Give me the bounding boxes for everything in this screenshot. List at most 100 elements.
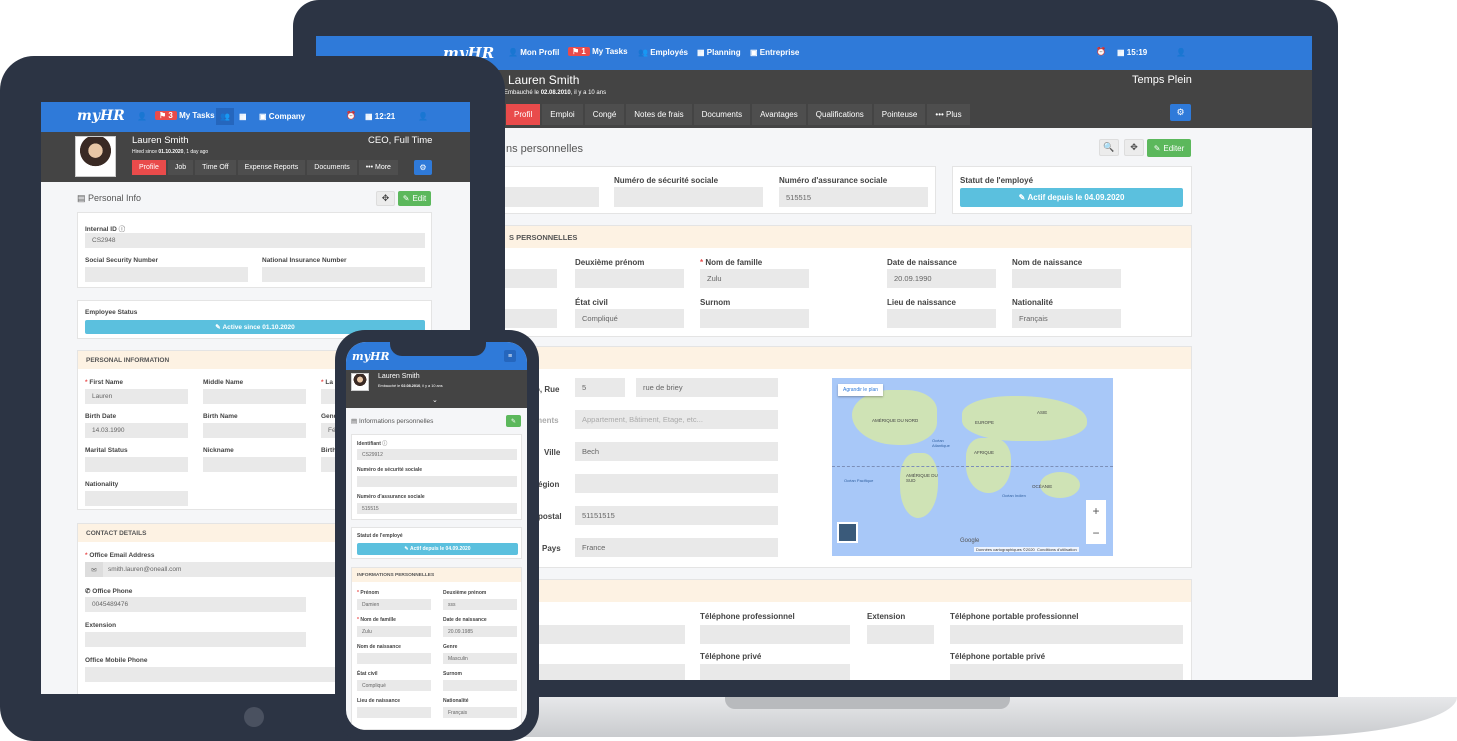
- internal-id-input[interactable]: [501, 187, 599, 207]
- extension-input[interactable]: [867, 625, 934, 644]
- map-satellite-toggle[interactable]: [837, 522, 858, 543]
- map-zoom-in-button[interactable]: +: [1086, 500, 1106, 522]
- private-phone-input[interactable]: [700, 664, 850, 680]
- edit-button[interactable]: ✎ Edit: [398, 191, 431, 206]
- tab-documents[interactable]: Documents: [693, 104, 751, 125]
- calendar-icon[interactable]: ▦: [239, 112, 247, 121]
- tab-pointeuse[interactable]: Pointeuse: [873, 104, 926, 125]
- nin-input[interactable]: [262, 267, 425, 282]
- nav-my-tasks[interactable]: ⚑ 3 My Tasks: [155, 111, 215, 120]
- nickname-input[interactable]: [700, 309, 809, 328]
- nav-my-tasks[interactable]: ⚑ 1 My Tasks: [568, 47, 628, 56]
- work-mobile-input[interactable]: [950, 625, 1183, 644]
- last-name-input[interactable]: Zulu: [357, 626, 431, 637]
- move-button[interactable]: ✥: [376, 191, 395, 206]
- birth-date-input[interactable]: 14.03.1990: [85, 423, 188, 438]
- birth-place-input[interactable]: [357, 707, 431, 718]
- tab-emploi[interactable]: Emploi: [542, 104, 583, 125]
- middle-name-input[interactable]: sss: [443, 599, 517, 610]
- birth-date-input[interactable]: 20.09.1990: [887, 269, 996, 288]
- location-map[interactable]: AMÉRIQUE DU NORD EUROPE ASIE AFRIQUE AMÉ…: [832, 378, 1113, 556]
- account-icon[interactable]: 👤: [418, 112, 428, 121]
- status-label: Statut de l'employé: [960, 176, 1034, 185]
- middle-name-input[interactable]: [575, 269, 684, 288]
- tab-avantages[interactable]: Avantages: [752, 104, 806, 125]
- nickname-input[interactable]: [203, 457, 306, 472]
- region-input[interactable]: [575, 474, 778, 493]
- tab-more[interactable]: ••• More: [358, 160, 398, 175]
- zoom-tool-button[interactable]: 🔍: [1099, 139, 1119, 156]
- alarm-clock-icon[interactable]: ⏰: [1096, 47, 1106, 56]
- user-icon[interactable]: 👤: [137, 112, 147, 121]
- nav-my-profile[interactable]: 👤 Mon Profil: [508, 48, 559, 57]
- id-input[interactable]: CS29912: [357, 449, 517, 460]
- tab-documents[interactable]: Documents: [307, 160, 357, 175]
- tab-profile[interactable]: Profile: [132, 160, 166, 175]
- tab-expense-reports[interactable]: Expense Reports: [237, 160, 306, 175]
- middle-name-input[interactable]: [203, 389, 306, 404]
- chevron-down-icon[interactable]: ⌄: [432, 396, 438, 404]
- marital-status-input[interactable]: [85, 457, 188, 472]
- users-icon[interactable]: 👥: [216, 108, 234, 125]
- street-input[interactable]: rue de briey: [636, 378, 778, 397]
- settings-gear-icon[interactable]: ⚙: [414, 160, 432, 175]
- first-name-input[interactable]: [501, 269, 557, 288]
- nationality-input[interactable]: Français: [443, 707, 517, 718]
- marital-status-input[interactable]: Compliqué: [575, 309, 684, 328]
- city-input[interactable]: Bech: [575, 442, 778, 461]
- gender-input[interactable]: Masculin: [443, 653, 517, 664]
- map-enlarge-link[interactable]: Agrandir le plan: [838, 384, 884, 396]
- move-button[interactable]: ✥: [1124, 139, 1144, 156]
- brand-logo[interactable]: myHR: [352, 350, 390, 363]
- alarm-clock-icon[interactable]: ⏰: [346, 111, 356, 120]
- nationality-input[interactable]: [85, 491, 188, 506]
- birth-place-input[interactable]: [887, 309, 996, 328]
- tab-conge[interactable]: Congé: [584, 104, 625, 125]
- account-icon[interactable]: 👤: [1176, 48, 1186, 57]
- ssn-input[interactable]: [357, 476, 517, 487]
- country-input[interactable]: France: [575, 538, 778, 557]
- first-name-input[interactable]: Lauren: [85, 389, 188, 404]
- nav-planning[interactable]: ▦ Planning: [697, 48, 741, 57]
- edit-button[interactable]: ✎ Editer: [1147, 139, 1191, 157]
- complement-input[interactable]: Appartement, Bâtiment, Etage, etc...: [575, 410, 778, 429]
- work-phone-input[interactable]: [700, 625, 850, 644]
- tab-qualifications[interactable]: Qualifications: [807, 104, 872, 125]
- tab-time-off[interactable]: Time Off: [195, 160, 236, 175]
- status-button[interactable]: ✎ Actif depuis le 04.09.2020: [960, 188, 1183, 207]
- map-zoom-out-button[interactable]: −: [1086, 522, 1106, 544]
- tab-profil[interactable]: Profil: [506, 104, 541, 125]
- internal-id-input[interactable]: CS2948: [85, 233, 425, 248]
- nav-company[interactable]: ▣ Company: [259, 112, 305, 121]
- last-name-input[interactable]: Zulu: [700, 269, 809, 288]
- ssn-input[interactable]: [614, 187, 763, 207]
- brand-logo[interactable]: myHR: [77, 108, 125, 124]
- settings-gear-icon[interactable]: ⚙: [1170, 104, 1191, 121]
- tab-plus[interactable]: ••• Plus: [927, 104, 970, 125]
- tab-notes-de-frais[interactable]: Notes de frais: [626, 104, 692, 125]
- birth-date-input[interactable]: 20.09.1985: [443, 626, 517, 637]
- menu-icon[interactable]: ≡: [504, 350, 516, 362]
- nickname-input[interactable]: [443, 680, 517, 691]
- birth-name-input[interactable]: [357, 653, 431, 664]
- tablet-home-button[interactable]: [244, 707, 264, 727]
- first-name-input[interactable]: Damien: [357, 599, 431, 610]
- gender-input[interactable]: [501, 309, 557, 328]
- nav-employees[interactable]: 👥 Employés: [638, 48, 688, 57]
- nin-input[interactable]: 515515: [779, 187, 928, 207]
- postal-input[interactable]: 51151515: [575, 506, 778, 525]
- birth-name-input[interactable]: [1012, 269, 1121, 288]
- marital-status-input[interactable]: Compliqué: [357, 680, 431, 691]
- private-mobile-input[interactable]: [950, 664, 1183, 680]
- status-button[interactable]: ✎ Actif depuis le 04.09.2020: [357, 543, 518, 555]
- office-phone-input[interactable]: 0045489476: [85, 597, 306, 612]
- nav-company[interactable]: ▣ Entreprise: [750, 48, 799, 57]
- birth-name-input[interactable]: [203, 423, 306, 438]
- edit-button[interactable]: ✎: [506, 415, 521, 427]
- ssn-input[interactable]: [85, 267, 248, 282]
- tab-job[interactable]: Job: [167, 160, 194, 175]
- nationality-input[interactable]: Français: [1012, 309, 1121, 328]
- street-number-input[interactable]: 5: [575, 378, 625, 397]
- extension-input[interactable]: [85, 632, 306, 647]
- nin-input[interactable]: 515515: [357, 503, 517, 514]
